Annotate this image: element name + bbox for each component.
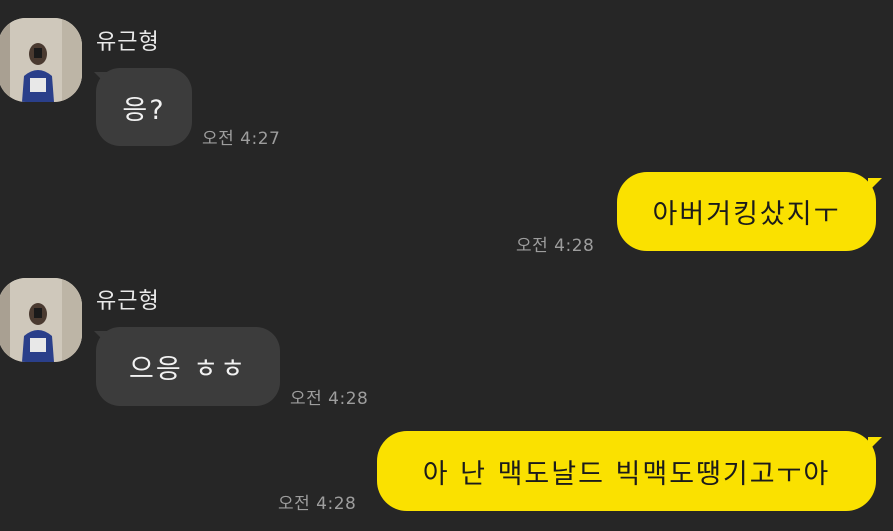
bubble-tail	[868, 178, 882, 192]
message-timestamp: 오전 4:28	[516, 236, 595, 256]
message-timestamp: 오전 4:28	[290, 389, 369, 409]
message-text: 응?	[122, 94, 166, 126]
bubble-tail	[868, 437, 882, 451]
message-timestamp: 오전 4:27	[202, 129, 281, 149]
sender-avatar[interactable]	[0, 278, 82, 362]
profile-photo-icon	[0, 18, 82, 102]
profile-photo-icon	[0, 278, 82, 362]
sender-name: 유근형	[96, 289, 160, 314]
message-bubble-incoming[interactable]: 으응 ㅎㅎ	[96, 327, 280, 406]
message-bubble-outgoing[interactable]: 아버거킹샀지ㅜ	[617, 172, 876, 251]
sender-name: 유근형	[96, 30, 160, 55]
sender-avatar[interactable]	[0, 18, 82, 102]
message-bubble-incoming[interactable]: 응?	[96, 68, 192, 146]
message-text: 으응 ㅎㅎ	[129, 354, 247, 385]
message-text: 아 난 맥도날드 빅맥도땡기고ㅜ아	[422, 458, 831, 490]
message-bubble-outgoing[interactable]: 아 난 맥도날드 빅맥도땡기고ㅜ아	[377, 431, 876, 511]
chat-window: 유근형 응? 오전 4:27 오전 4:28 아버거킹샀지ㅜ 유근형 으응 ㅎㅎ…	[0, 0, 893, 531]
message-text: 아버거킹샀지ㅜ	[652, 199, 841, 230]
message-timestamp: 오전 4:28	[278, 494, 357, 514]
